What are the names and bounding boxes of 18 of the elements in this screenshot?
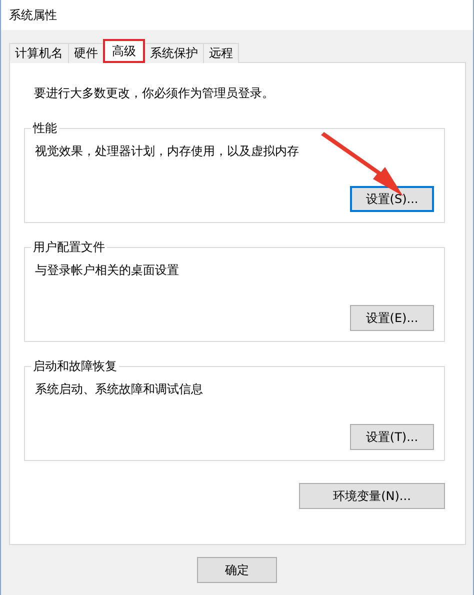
settings-button[interactable]: 设置(S)... bbox=[350, 186, 434, 212]
tab[interactable]: 高级 bbox=[103, 39, 145, 63]
group-title: 启动和故障恢复 bbox=[32, 358, 118, 375]
tab[interactable]: 远程 bbox=[203, 43, 239, 63]
group-title: 性能 bbox=[32, 120, 58, 137]
tab[interactable]: 硬件 bbox=[68, 43, 104, 63]
tab[interactable]: 系统保护 bbox=[144, 43, 204, 63]
window-title: 系统属性 bbox=[9, 6, 57, 24]
group-description: 视觉效果，处理器计划，内存使用，以及虚拟内存 bbox=[35, 143, 300, 160]
ok-button[interactable]: 确定 bbox=[197, 557, 277, 583]
group-description: 与登录帐户相关的桌面设置 bbox=[35, 262, 180, 279]
group-description: 系统启动、系统故障和调试信息 bbox=[35, 381, 204, 398]
group-title: 用户配置文件 bbox=[32, 239, 106, 256]
tab[interactable]: 计算机名 bbox=[9, 43, 69, 63]
admin-notice: 要进行大多数更改，你必须作为管理员登录。 bbox=[34, 85, 275, 102]
settings-button[interactable]: 设置(E)... bbox=[350, 305, 434, 331]
environment-variables-button[interactable]: 环境变量(N)... bbox=[299, 483, 445, 509]
settings-button[interactable]: 设置(T)... bbox=[350, 424, 434, 450]
